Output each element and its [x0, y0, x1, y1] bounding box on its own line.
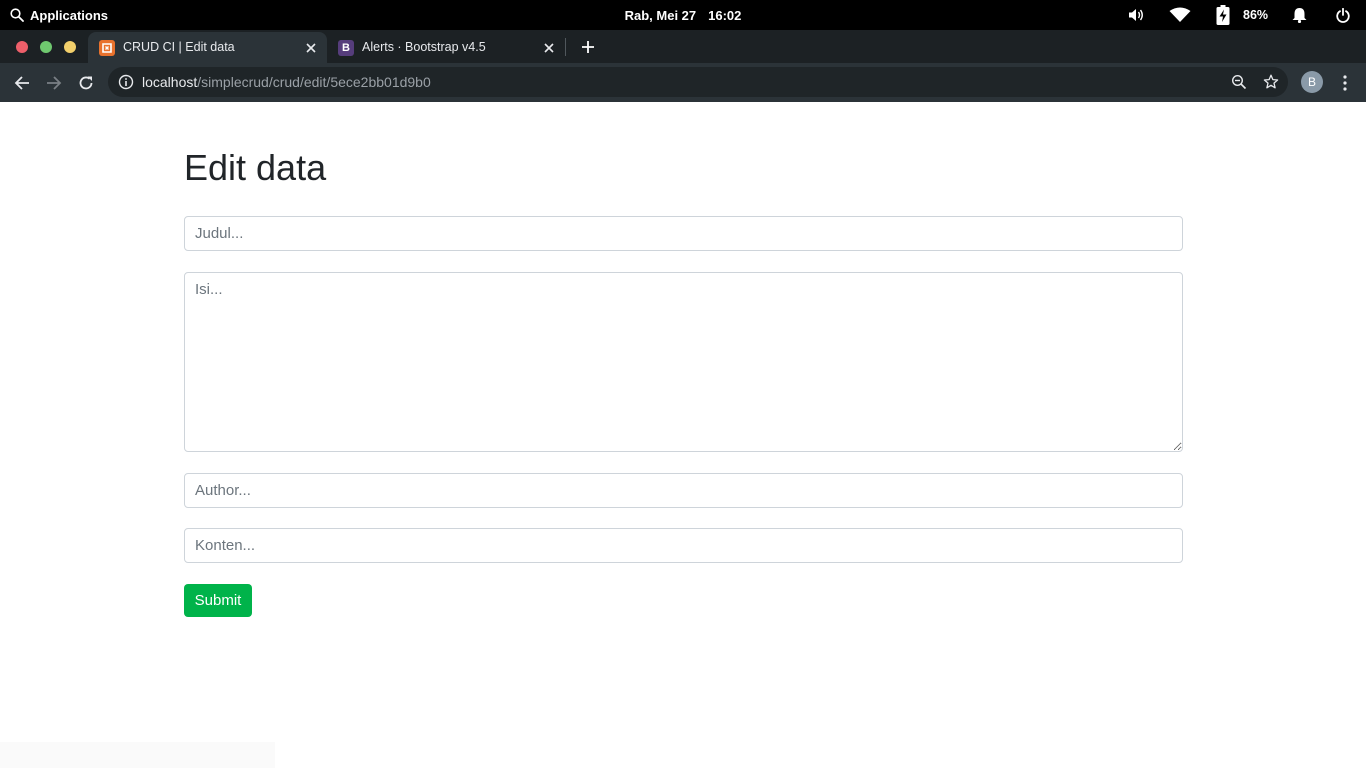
judul-input[interactable] [184, 216, 1183, 251]
tab-title: Alerts · Bootstrap v4.5 [362, 40, 486, 54]
tab-alerts-bootstrap[interactable]: B Alerts · Bootstrap v4.5 [327, 32, 565, 63]
bookmark-star-icon[interactable] [1263, 74, 1279, 90]
konten-input[interactable] [184, 528, 1183, 563]
info-icon[interactable] [118, 74, 134, 90]
date-text: Rab, Mei 27 [624, 7, 697, 23]
address-bar[interactable]: localhost/simplecrud/crud/edit/5ece2bb01… [108, 67, 1288, 97]
bootstrap-icon: B [338, 40, 354, 56]
volume-icon[interactable] [1128, 0, 1144, 30]
battery-percent: 86% [1243, 8, 1269, 22]
url-text[interactable]: localhost/simplecrud/crud/edit/5ece2bb01… [142, 67, 431, 97]
arrow-right-icon [47, 76, 62, 90]
tab-separator [565, 38, 566, 56]
url-host: localhost [142, 74, 198, 90]
close-tab-icon[interactable] [541, 40, 557, 56]
url-path: /simplecrud/crud/edit/5ece2bb01d9b0 [197, 74, 431, 90]
isi-textarea[interactable] [184, 272, 1183, 452]
os-top-bar: Applications Rab, Mei 27 16:02 86% [0, 0, 1366, 30]
time-text: 16:02 [708, 7, 742, 23]
browser-tab-strip: CRUD CI | Edit data B Alerts · Bootstrap… [0, 30, 1366, 63]
plus-icon [582, 41, 594, 53]
window-maximize-button[interactable] [64, 41, 76, 53]
new-tab-button[interactable] [578, 37, 598, 57]
codeigniter-icon [99, 40, 115, 56]
reload-icon [79, 76, 93, 90]
power-icon[interactable] [1336, 0, 1350, 30]
author-input[interactable] [184, 473, 1183, 508]
zoom-out-icon[interactable] [1231, 74, 1247, 90]
browser-menu-button[interactable] [1336, 73, 1354, 93]
clock[interactable]: Rab, Mei 27 16:02 [0, 0, 1366, 30]
close-tab-icon[interactable] [303, 40, 319, 56]
forward-button[interactable] [42, 71, 66, 95]
window-close-button[interactable] [16, 41, 28, 53]
page-content: Edit data Submit [0, 102, 1366, 768]
browser-toolbar: localhost/simplecrud/crud/edit/5ece2bb01… [0, 63, 1366, 102]
bell-icon[interactable] [1292, 0, 1307, 30]
wifi-icon[interactable] [1169, 0, 1191, 30]
back-button[interactable] [10, 71, 34, 95]
profile-avatar[interactable]: B [1301, 71, 1323, 93]
arrow-left-icon [14, 76, 29, 90]
status-bubble [0, 742, 275, 768]
battery-charging-icon[interactable] [1216, 0, 1230, 30]
reload-button[interactable] [74, 71, 98, 95]
submit-button[interactable]: Submit [184, 584, 252, 617]
kebab-menu-icon [1343, 75, 1347, 91]
window-minimize-button[interactable] [40, 41, 52, 53]
tab-title: CRUD CI | Edit data [123, 40, 235, 54]
tab-crud-ci-edit-data[interactable]: CRUD CI | Edit data [88, 32, 327, 63]
page-title: Edit data [184, 147, 327, 188]
